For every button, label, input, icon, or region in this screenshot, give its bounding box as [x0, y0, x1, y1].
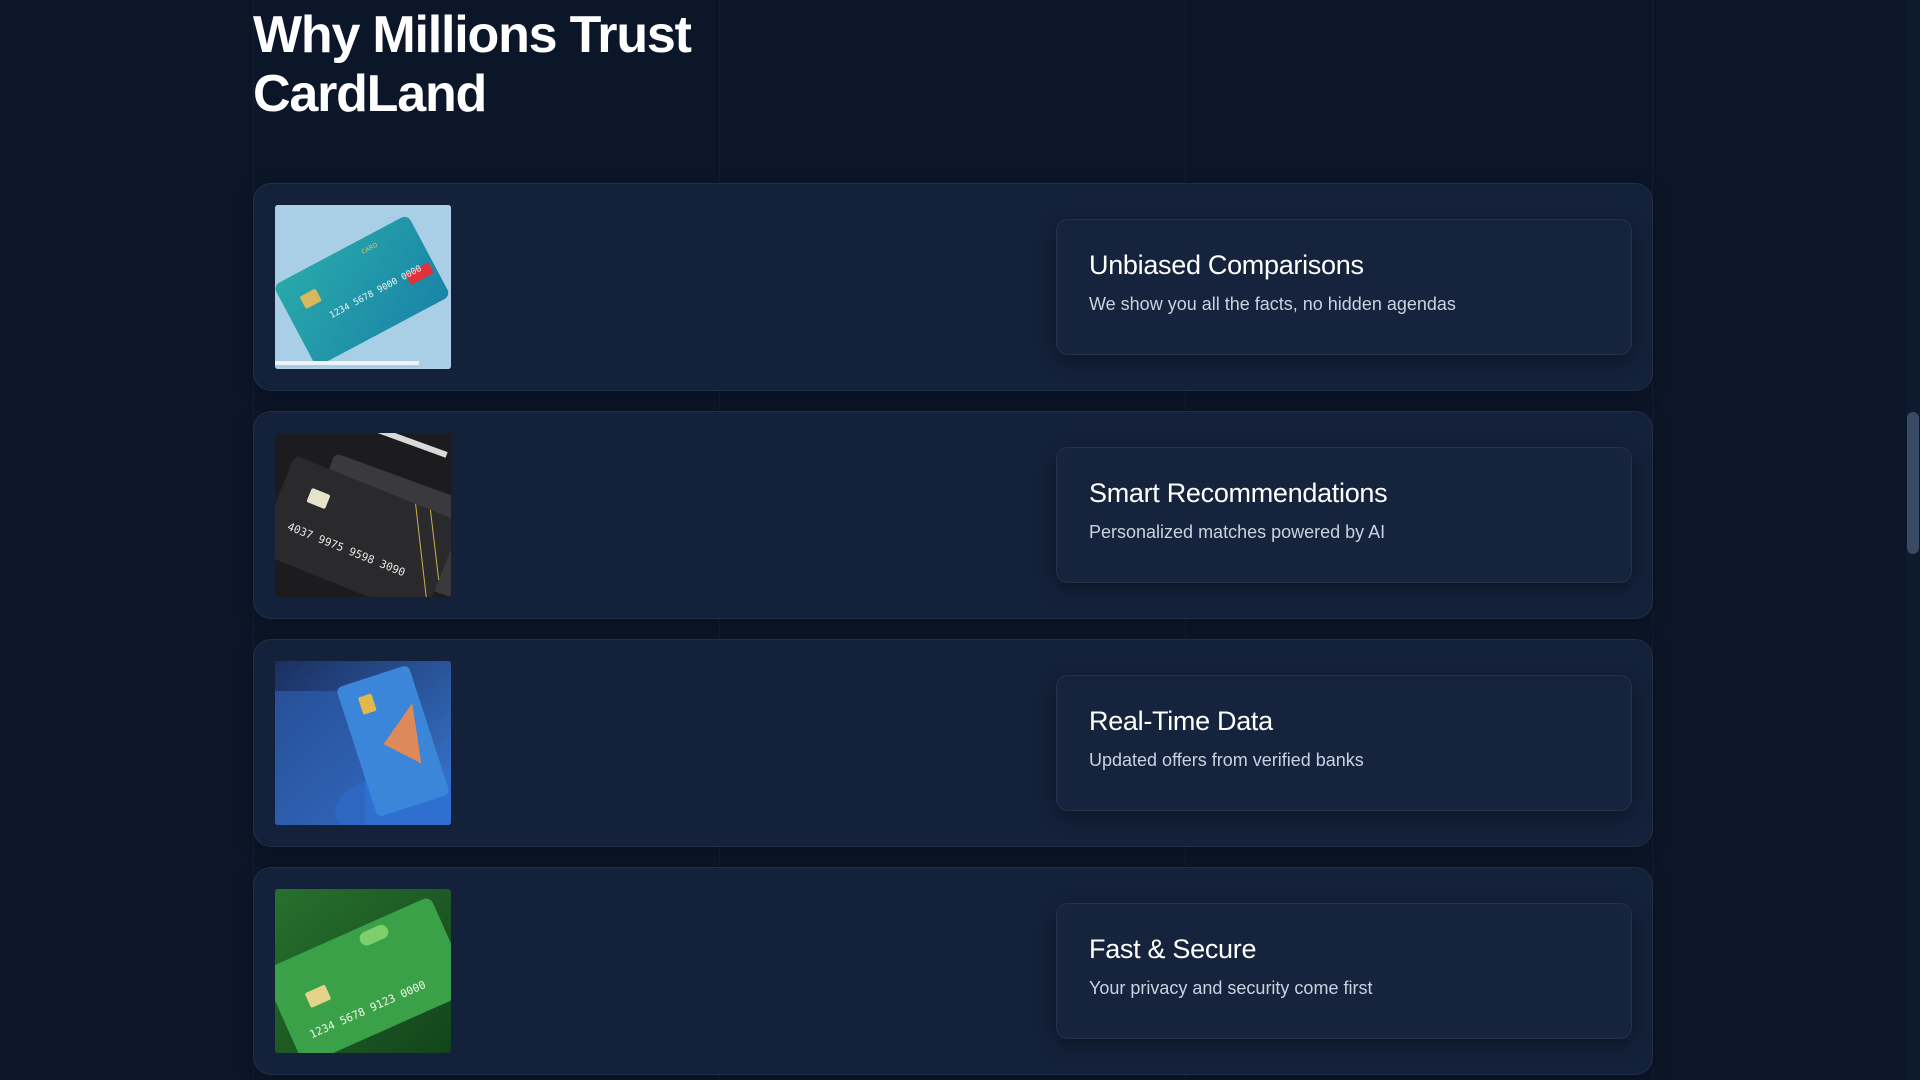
- blue-credit-card-image: [275, 661, 451, 825]
- feature-title: Real-Time Data: [1089, 706, 1273, 736]
- feature-card-real-time-data: Real-Time Data Updated offers from verif…: [253, 639, 1653, 847]
- feature-title: Unbiased Comparisons: [1089, 250, 1364, 280]
- feature-description: Updated offers from verified banks: [1089, 750, 1364, 770]
- vertical-scrollbar[interactable]: [1906, 0, 1920, 1080]
- feature-description: Personalized matches powered by AI: [1089, 522, 1386, 542]
- section-title: Why Millions Trust CardLand: [253, 6, 692, 123]
- feature-description: We show you all the facts, no hidden age…: [1089, 294, 1456, 314]
- green-credit-card-image: 1234 5678 9123 0000: [275, 889, 451, 1053]
- feature-description: Your privacy and security come first: [1089, 978, 1373, 998]
- feature-title: Fast & Secure: [1089, 934, 1257, 964]
- feature-panel: Unbiased Comparisons We show you all the…: [1056, 219, 1632, 355]
- feature-title: Smart Recommendations: [1089, 478, 1388, 508]
- feature-panel: Real-Time Data Updated offers from verif…: [1056, 675, 1632, 811]
- feature-panel: Fast & Secure Your privacy and security …: [1056, 903, 1632, 1039]
- page: Why Millions Trust CardLand 1234 5678 90…: [0, 0, 1920, 1080]
- teal-credit-card-image: 1234 5678 9000 0000 CARD: [275, 205, 451, 369]
- features-list: 1234 5678 9000 0000 CARD Unbiased Compar…: [253, 183, 1653, 1080]
- black-credit-card-image: 4037 9975 9598 3090: [275, 433, 451, 597]
- scrollbar-thumb[interactable]: [1907, 412, 1919, 554]
- feature-card-unbiased-comparisons: 1234 5678 9000 0000 CARD Unbiased Compar…: [253, 183, 1653, 391]
- feature-card-smart-recommendations: 4037 9975 9598 3090 Smart Recommendation…: [253, 411, 1653, 619]
- feature-card-fast-secure: 1234 5678 9123 0000 Fast & Secure Your p…: [253, 867, 1653, 1075]
- feature-panel: Smart Recommendations Personalized match…: [1056, 447, 1632, 583]
